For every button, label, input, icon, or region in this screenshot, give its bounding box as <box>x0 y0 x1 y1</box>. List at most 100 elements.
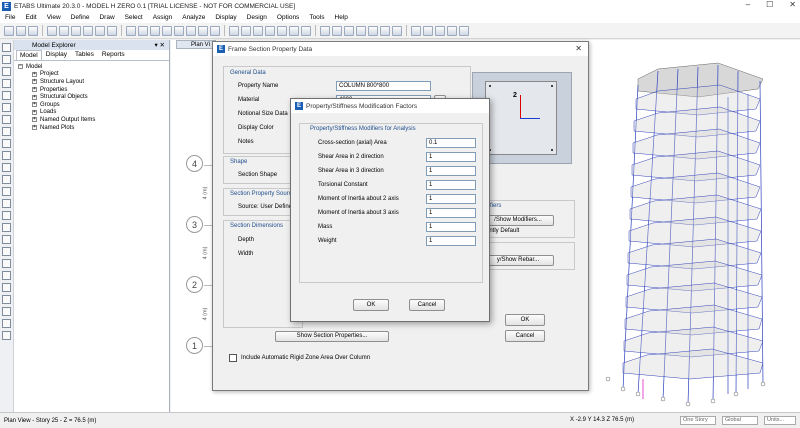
zoom-in-icon[interactable] <box>138 25 148 36</box>
design-concrete-icon[interactable] <box>411 25 421 36</box>
display-loads-icon[interactable] <box>356 25 366 36</box>
menu-analyze[interactable]: Analyze <box>177 14 210 21</box>
draw-wall-stack-icon[interactable] <box>2 187 11 196</box>
menu-edit[interactable]: Edit <box>20 14 41 21</box>
tab-tables[interactable]: Tables <box>71 49 98 60</box>
menu-help[interactable]: Help <box>330 14 353 21</box>
lock-icon[interactable] <box>47 25 57 36</box>
modifier-shear-3-input[interactable]: 1 <box>426 166 476 176</box>
unlock-icon[interactable] <box>95 25 105 36</box>
display-undeformed-icon[interactable] <box>344 25 354 36</box>
save-icon[interactable] <box>28 25 38 36</box>
draw-joint-icon[interactable] <box>2 67 11 76</box>
menu-draw[interactable]: Draw <box>94 14 119 21</box>
frame-cancel-button[interactable]: Cancel <box>505 330 545 342</box>
units-button[interactable]: Units... <box>764 416 796 425</box>
tree-item-loads[interactable]: + Loads <box>18 109 169 117</box>
expand-icon[interactable]: + <box>32 125 37 131</box>
expand-icon[interactable]: + <box>32 102 37 108</box>
set-show-modifiers-button[interactable]: /Show Modifiers... <box>482 215 554 226</box>
close-button[interactable]: ✕ <box>789 0 796 9</box>
expand-icon[interactable]: + <box>32 117 37 123</box>
zoom-full-icon[interactable] <box>186 25 196 36</box>
grid-bubble-2[interactable]: 2 <box>186 276 203 293</box>
show-section-properties-button[interactable]: Show Section Properties... <box>275 331 389 342</box>
modifier-inertia-3-input[interactable]: 1 <box>426 208 476 218</box>
grid-bubble-1[interactable]: 1 <box>186 337 203 354</box>
zoom-window-icon[interactable] <box>162 25 172 36</box>
snap-lines-icon[interactable] <box>2 295 11 304</box>
draw-floor-icon[interactable] <box>2 151 11 160</box>
plan-view-tab[interactable]: Plan Vi <box>176 40 216 49</box>
pan-icon[interactable] <box>198 25 208 36</box>
reshape-icon[interactable] <box>2 55 11 64</box>
draw-reference-point-icon[interactable] <box>2 259 11 268</box>
design-slab-icon[interactable] <box>459 25 469 36</box>
3d-model-view[interactable] <box>588 49 788 411</box>
design-composite-icon[interactable] <box>435 25 445 36</box>
draw-link-icon[interactable] <box>2 139 11 148</box>
move-down-icon[interactable] <box>301 25 311 36</box>
panel-pin-close-icon[interactable]: ▾ ✕ <box>154 41 165 49</box>
plan-view-icon[interactable] <box>241 25 251 36</box>
quick-draw-beam-icon[interactable] <box>2 103 11 112</box>
draw-section-cut-icon[interactable] <box>2 235 11 244</box>
tree-item-model[interactable]: − Model <box>18 63 169 71</box>
tab-reports[interactable]: Reports <box>98 49 129 60</box>
modifier-inertia-2-input[interactable]: 1 <box>426 194 476 204</box>
menu-view[interactable]: View <box>42 14 66 21</box>
perspective-icon[interactable] <box>277 25 287 36</box>
grid-bubble-4[interactable]: 4 <box>186 155 203 172</box>
menu-assign[interactable]: Assign <box>148 14 178 21</box>
modifier-shear-2-input[interactable]: 1 <box>426 152 476 162</box>
tree-item-structural-objects[interactable]: + Structural Objects <box>18 93 169 101</box>
maximize-button[interactable]: ☐ <box>766 0 773 9</box>
story-select[interactable]: One Story <box>680 416 716 425</box>
modify-show-rebar-button[interactable]: y/Show Rebar... <box>482 255 554 266</box>
menu-tools[interactable]: Tools <box>304 14 329 21</box>
menu-select[interactable]: Select <box>120 14 148 21</box>
snap-ends-icon[interactable] <box>2 331 11 340</box>
property-name-input[interactable]: COLUMN 800*800 <box>336 81 431 91</box>
draw-dimension-icon[interactable] <box>2 247 11 256</box>
redo-icon[interactable] <box>71 25 81 36</box>
rotate-3d-icon[interactable] <box>265 25 275 36</box>
menu-display[interactable]: Display <box>210 14 241 21</box>
undo-icon[interactable] <box>59 25 69 36</box>
snap-options-icon[interactable] <box>2 271 11 280</box>
tab-model[interactable]: Model <box>16 50 42 60</box>
minimize-button[interactable]: – <box>746 0 750 9</box>
select-pointer-icon[interactable] <box>2 43 11 52</box>
tab-display[interactable]: Display <box>42 49 71 60</box>
draw-grid-icon[interactable] <box>2 223 11 232</box>
tree-item-project[interactable]: + Project <box>18 71 169 79</box>
menu-define[interactable]: Define <box>66 14 95 21</box>
expand-icon[interactable]: + <box>32 71 37 77</box>
design-shear-wall-icon[interactable] <box>447 25 457 36</box>
new-model-icon[interactable] <box>4 25 14 36</box>
expand-icon[interactable]: + <box>32 87 37 93</box>
modifier-weight-input[interactable]: 1 <box>426 236 476 246</box>
quick-draw-brace-icon[interactable] <box>2 115 11 124</box>
run-analysis-icon[interactable] <box>107 25 117 36</box>
modifiers-ok-button[interactable]: OK <box>353 299 389 311</box>
frame-ok-button[interactable]: OK <box>505 314 545 326</box>
snap-points-icon[interactable] <box>2 283 11 292</box>
collapse-icon[interactable]: − <box>18 64 23 70</box>
menu-file[interactable]: File <box>0 14 20 21</box>
modifier-mass-input[interactable]: 1 <box>426 222 476 232</box>
tree-item-groups[interactable]: + Groups <box>18 101 169 109</box>
zoom-out-icon[interactable] <box>150 25 160 36</box>
pointer-icon[interactable] <box>126 25 136 36</box>
expand-icon[interactable]: + <box>32 79 37 85</box>
menu-options[interactable]: Options <box>272 14 304 21</box>
draw-frame-icon[interactable] <box>2 79 11 88</box>
modifiers-cancel-button[interactable]: Cancel <box>409 299 445 311</box>
object-shrink-icon[interactable] <box>320 25 330 36</box>
design-steel-icon[interactable] <box>423 25 433 36</box>
rubber-band-icon[interactable] <box>210 25 220 36</box>
draw-tendon-icon[interactable] <box>2 199 11 208</box>
draw-opening-icon[interactable] <box>2 175 11 184</box>
tree-item-named-plots[interactable]: + Named Plots <box>18 124 169 132</box>
zoom-previous-icon[interactable] <box>174 25 184 36</box>
